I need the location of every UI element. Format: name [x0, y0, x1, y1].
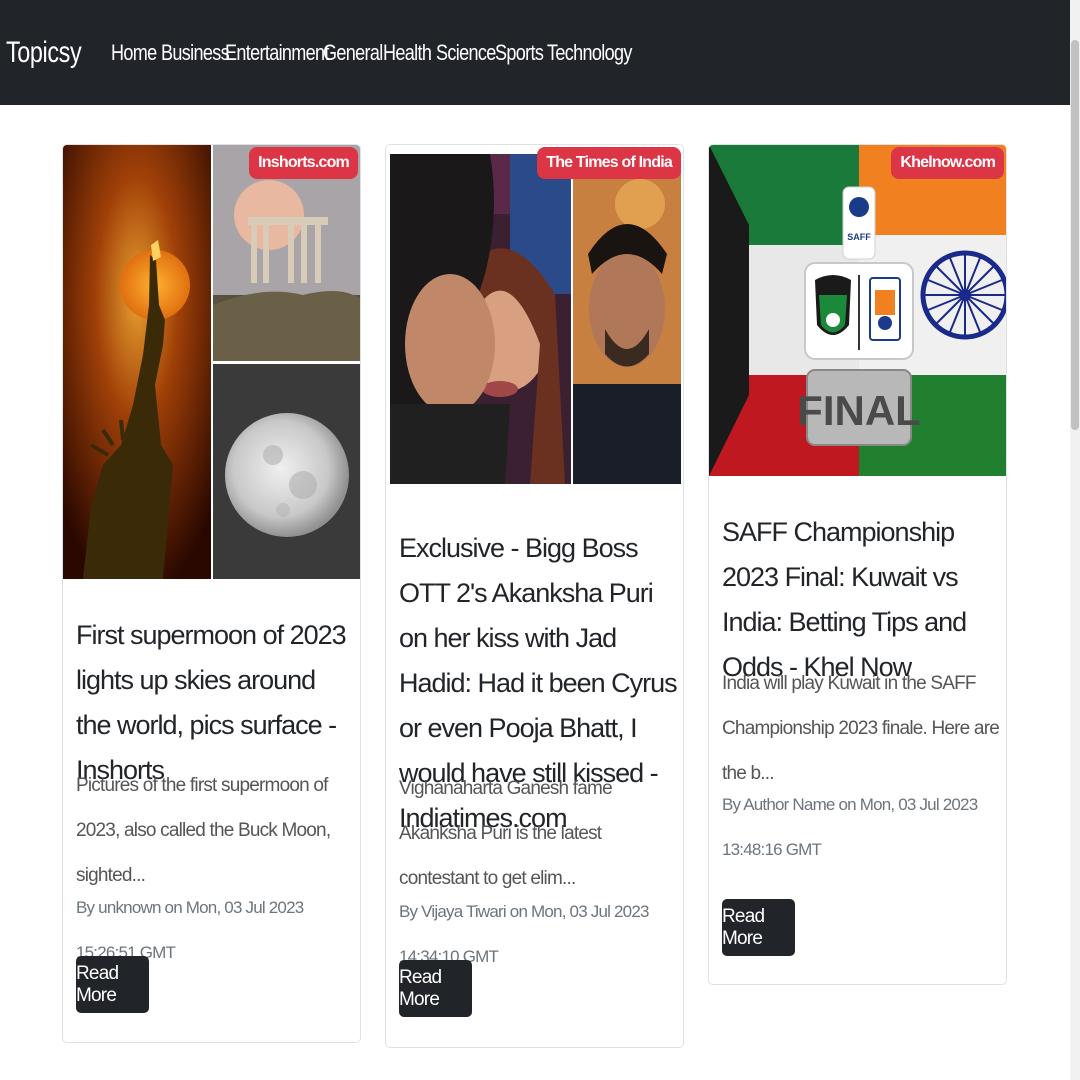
- news-card: The Times of India Exclusive - Bigg Boss…: [385, 144, 684, 1048]
- nav-link-sports[interactable]: Sports: [495, 40, 544, 66]
- nav-link-home[interactable]: Home: [111, 40, 157, 66]
- read-more-button[interactable]: Read More: [76, 956, 149, 1013]
- source-badge: The Times of India: [537, 147, 681, 179]
- nav-link-general[interactable]: General: [323, 40, 383, 66]
- nav-link-business[interactable]: Business: [161, 40, 230, 66]
- card-description: Pictures of the first supermoon of 2023,…: [76, 775, 331, 886]
- top-navbar: Topicsy Home Business Entertainment Gene…: [0, 0, 1070, 105]
- card-description: Vighanaharta Ganesh fame Akanksha Puri i…: [399, 778, 613, 889]
- news-card: Inshorts.com First supermoon of 2023 lig…: [62, 144, 361, 1043]
- nav-link-entertainment[interactable]: Entertainment: [225, 40, 329, 66]
- source-badge: Inshorts.com: [249, 147, 358, 179]
- page-scrollbar[interactable]: [1070, 0, 1080, 1080]
- brand-logo[interactable]: Topicsy: [6, 36, 82, 70]
- card-meta: By Author Name on Mon, 03 Jul 2023 13:48…: [722, 795, 978, 859]
- card-image-saff-final: SAFF FINAL: [709, 145, 1006, 476]
- scrollbar-thumb[interactable]: [1071, 40, 1079, 430]
- source-badge: Khelnow.com: [891, 147, 1004, 179]
- card-description: India will play Kuwait in the SAFF Champ…: [722, 673, 1000, 784]
- saff-logo-text: SAFF: [847, 232, 871, 242]
- nav-link-science[interactable]: Science: [436, 40, 496, 66]
- nav-links: Home Business Entertainment General Heal…: [111, 40, 637, 66]
- nav-link-technology[interactable]: Technology: [547, 40, 632, 66]
- read-more-button[interactable]: Read More: [722, 899, 795, 956]
- news-card: SAFF FINAL Khelnow.com SAFF Championship…: [708, 144, 1007, 985]
- read-more-button[interactable]: Read More: [399, 960, 472, 1017]
- card-image-bigg-boss: [390, 154, 681, 484]
- nav-link-health[interactable]: Health: [383, 40, 432, 66]
- final-image-text: FINAL: [797, 387, 921, 434]
- card-image-supermoon: [63, 145, 360, 579]
